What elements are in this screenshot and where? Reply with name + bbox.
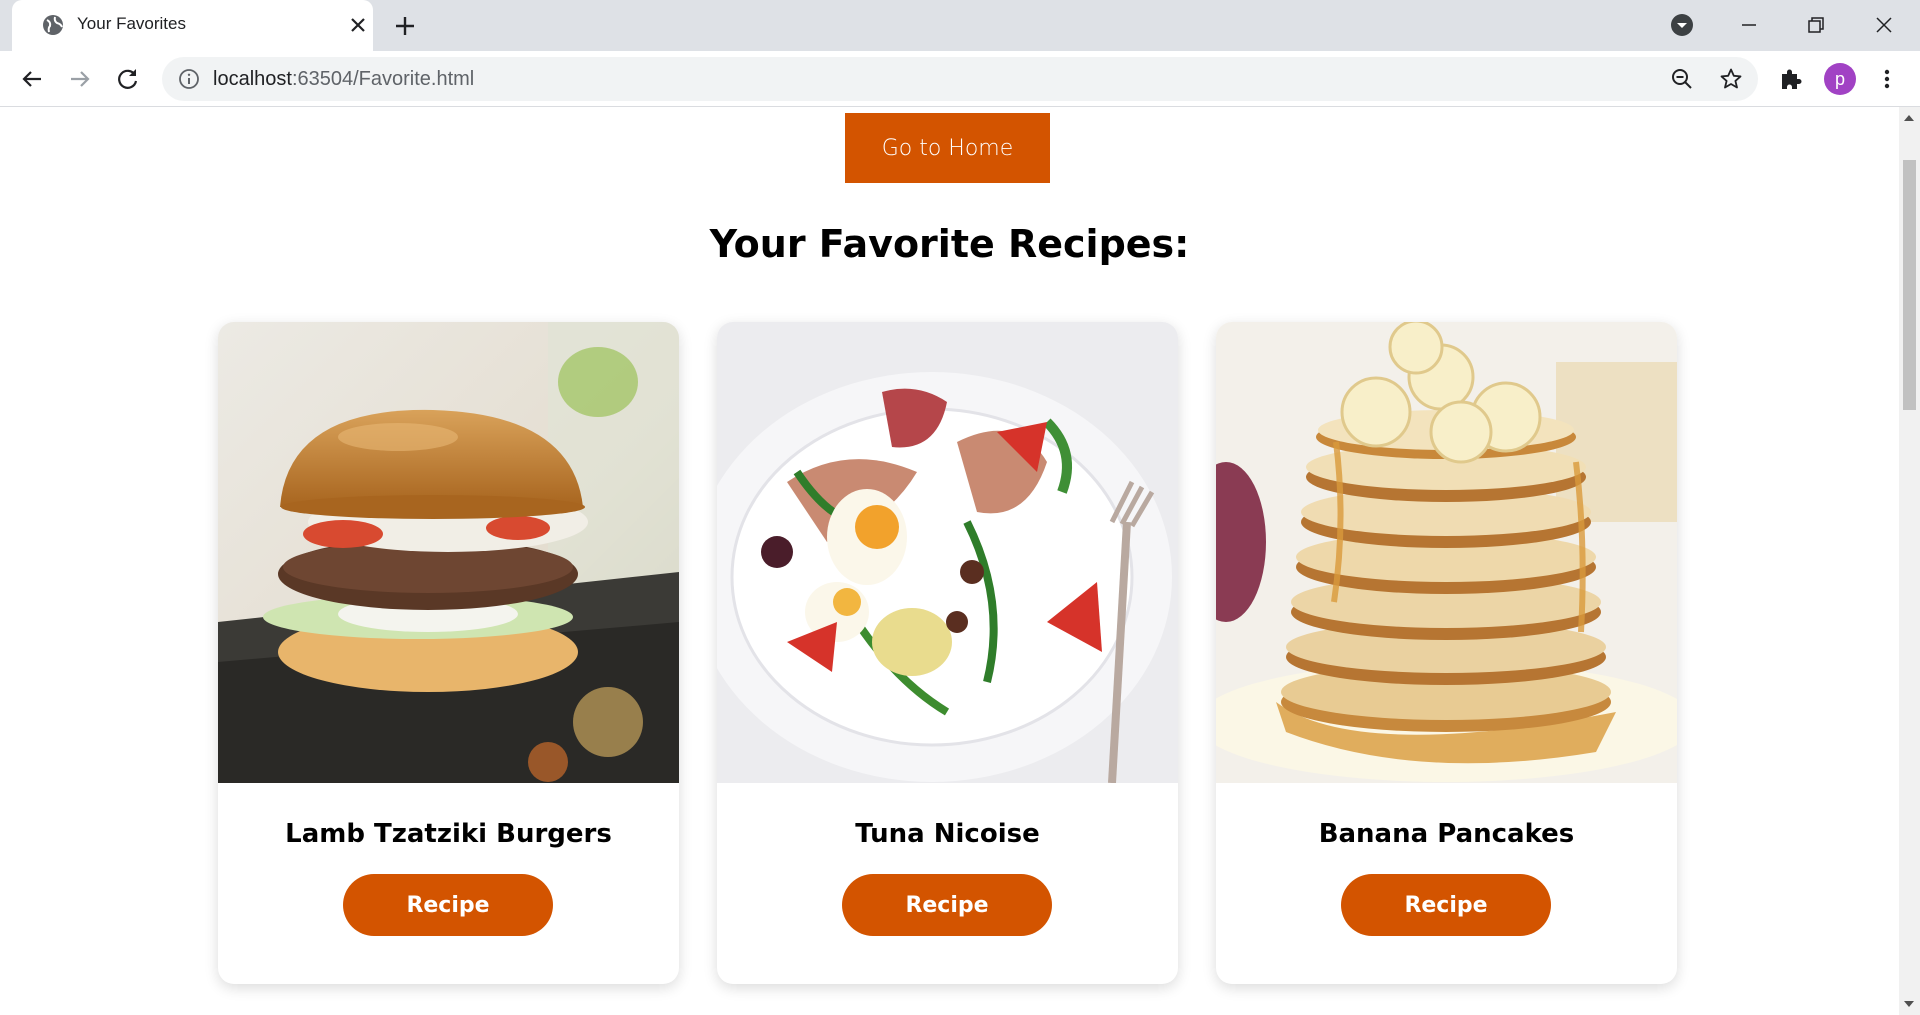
page-title: Your Favorite Recipes:	[709, 222, 1190, 266]
recipe-title: Lamb Tzatziki Burgers	[285, 819, 612, 849]
scroll-thumb[interactable]	[1903, 160, 1916, 410]
reload-icon[interactable]	[114, 65, 142, 93]
banana-pancakes-photo	[1216, 322, 1677, 783]
url-host: localhost	[213, 68, 292, 90]
recipe-card: Lamb Tzatziki Burgers Recipe	[218, 322, 679, 984]
recipe-button[interactable]: Recipe	[343, 874, 553, 936]
recipe-title: Banana Pancakes	[1318, 819, 1575, 849]
scroll-up-icon[interactable]	[1904, 115, 1914, 121]
tab-strip: Your Favorites	[0, 0, 1920, 51]
back-arrow-icon[interactable]	[18, 65, 46, 93]
tab-title: Your Favorites	[77, 14, 186, 33]
zoom-out-icon[interactable]	[1670, 67, 1694, 91]
close-tab-icon[interactable]	[347, 14, 369, 36]
new-tab-icon[interactable]	[392, 13, 418, 39]
restore-icon[interactable]	[1802, 11, 1830, 39]
browser-toolbar: localhost:63504/Favorite.html p	[0, 51, 1920, 107]
page-scrollbar[interactable]	[1899, 107, 1920, 1015]
recipe-title: Tuna Nicoise	[855, 819, 1040, 849]
recipe-button[interactable]: Recipe	[842, 874, 1052, 936]
go-to-home-button[interactable]: Go to Home	[845, 113, 1050, 183]
address-bar[interactable]: localhost:63504/Favorite.html	[162, 57, 1758, 101]
page-viewport: Go to Home Your Favorite Recipes: Lamb T…	[0, 107, 1899, 1015]
globe-icon	[43, 15, 63, 35]
burger-photo	[218, 322, 679, 783]
extensions-puzzle-icon[interactable]	[1777, 65, 1805, 93]
minimize-icon[interactable]	[1735, 11, 1763, 39]
recipe-button[interactable]: Recipe	[1341, 874, 1551, 936]
url-text: localhost:63504/Favorite.html	[213, 68, 474, 91]
tuna-salad-photo	[717, 322, 1178, 783]
recipe-card: Tuna Nicoise Recipe	[717, 322, 1178, 984]
more-menu-icon[interactable]	[1873, 65, 1901, 93]
scroll-down-icon[interactable]	[1904, 1001, 1914, 1007]
tab-search-icon[interactable]	[1668, 11, 1696, 39]
bookmark-star-icon[interactable]	[1719, 67, 1743, 91]
recipe-card: Banana Pancakes Recipe	[1216, 322, 1677, 984]
forward-arrow-icon[interactable]	[66, 65, 94, 93]
active-tab[interactable]: Your Favorites	[12, 0, 373, 51]
url-path: :63504/Favorite.html	[291, 68, 475, 90]
info-icon[interactable]	[178, 68, 200, 90]
profile-avatar[interactable]: p	[1824, 63, 1856, 95]
close-window-icon[interactable]	[1870, 11, 1898, 39]
